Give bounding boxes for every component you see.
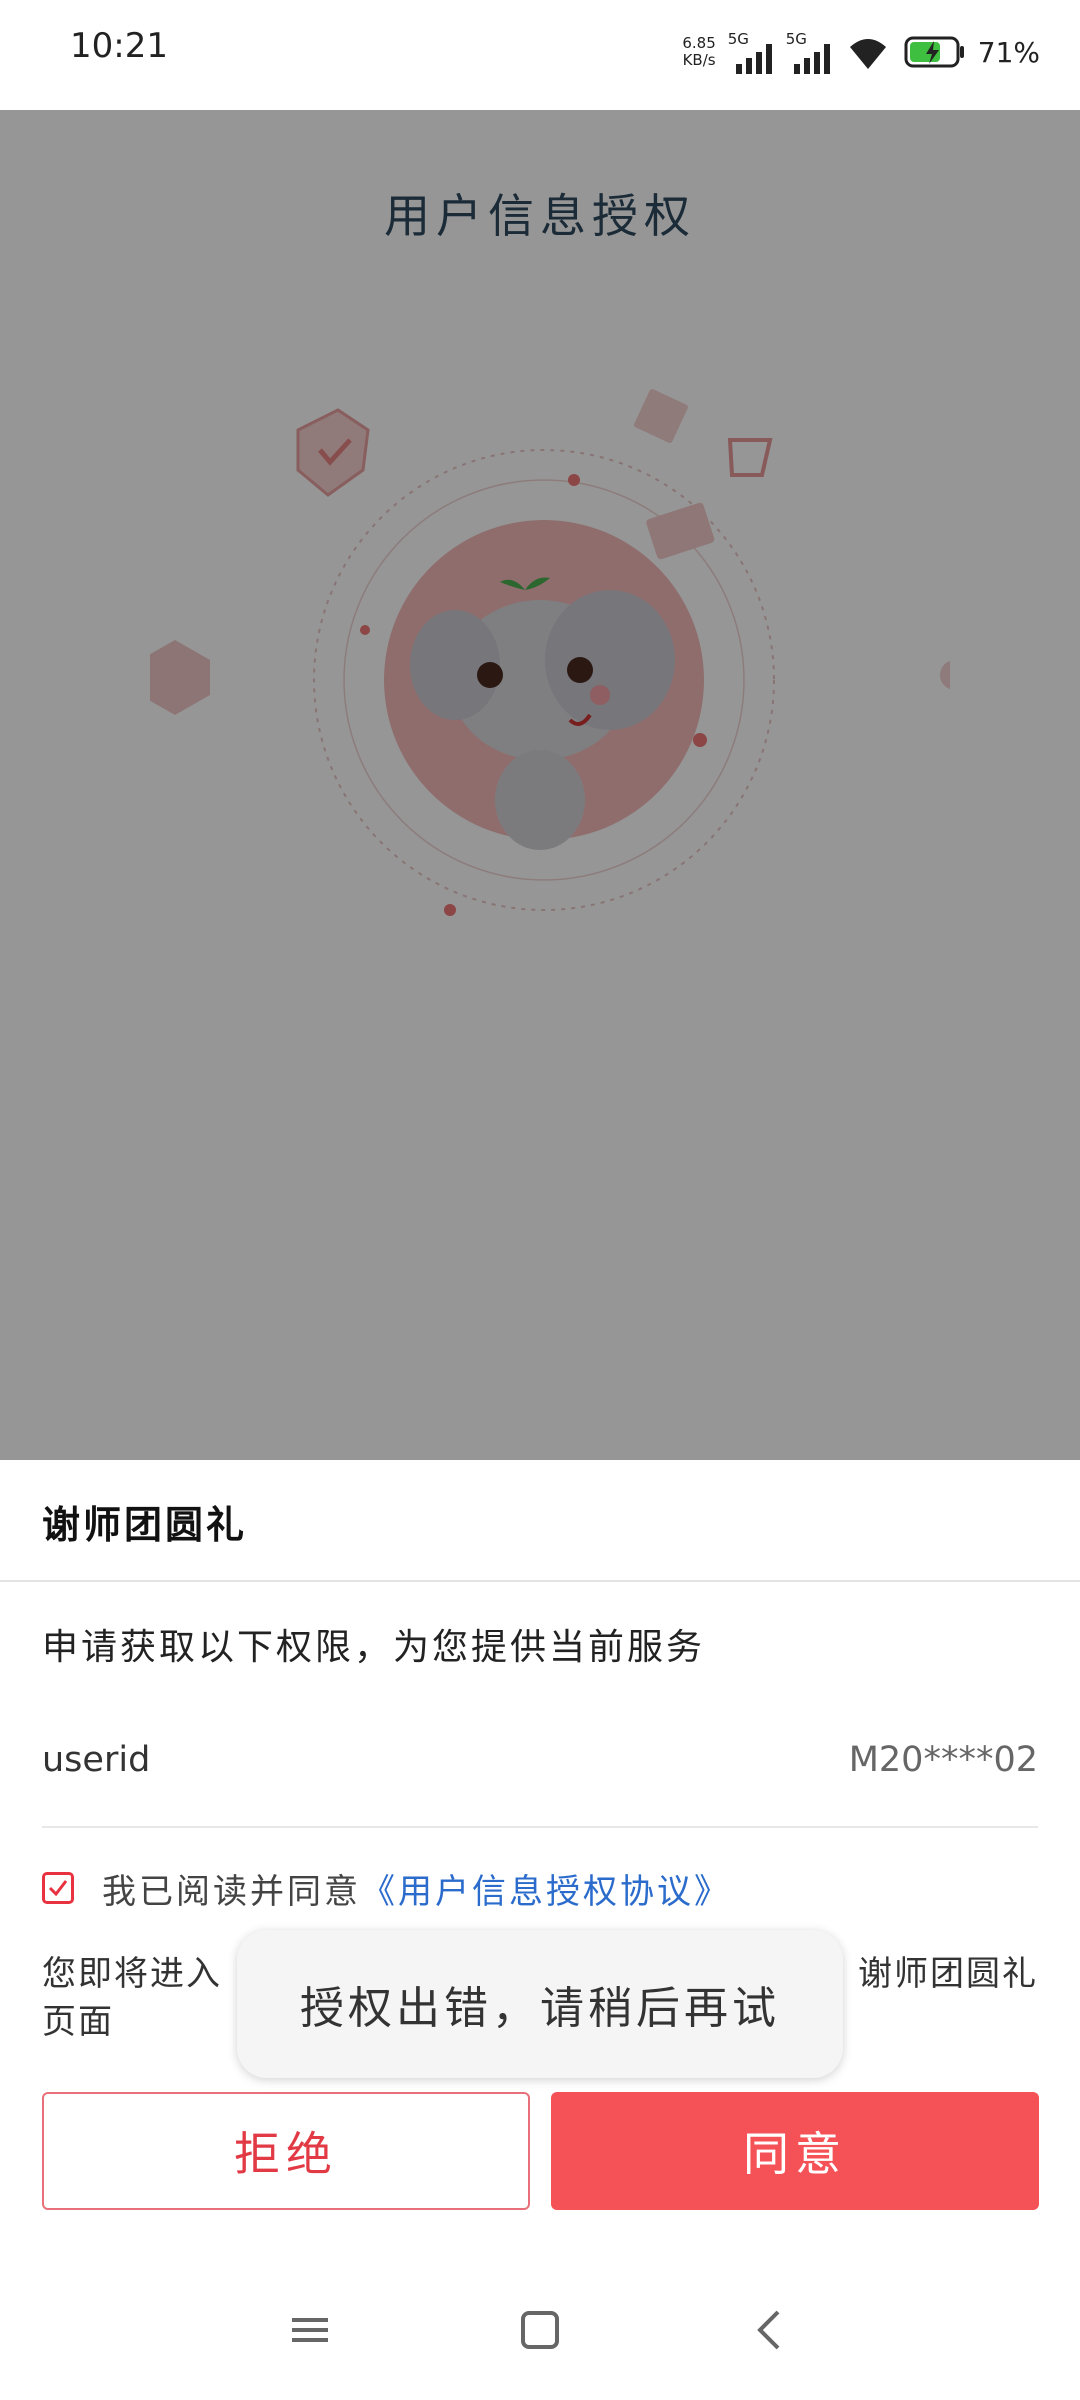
network-speed: 6.85 KB/s [682,34,716,69]
back-icon[interactable] [740,2300,800,2360]
permission-row: userid M20****02 [42,1740,1038,1810]
divider [0,1580,1080,1582]
permission-value: M20****02 [848,1740,1038,1780]
dim-overlay[interactable] [0,110,1080,1460]
agree-button[interactable]: 同意 [551,2092,1039,2210]
status-time: 10:21 [70,26,168,66]
divider [42,1826,1038,1828]
wifi-icon [849,39,886,69]
status-bar: 10:21 6.85 KB/s 5G 5G 71% [0,0,1080,110]
app-name: 谢师团圆礼 [42,1503,248,1547]
agreement-prefix: 我已阅读并同意 [102,1871,361,1912]
permission-description: 申请获取以下权限，为您提供当前服务 [42,1627,706,1668]
battery-icon [904,36,964,68]
agreement-link[interactable]: 《用户信息授权协议》 [361,1864,731,1913]
battery-percent: 71% [977,35,1040,69]
signal-icon: 5G [786,30,832,74]
home-icon[interactable] [510,2300,570,2360]
status-icons: 6.85 KB/s 5G 5G 71% [682,22,1040,82]
reject-button[interactable]: 拒绝 [42,2092,530,2210]
error-toast: 授权出错，请稍后再试 [237,1930,843,2078]
menu-icon[interactable] [280,2300,340,2360]
agree-checkbox[interactable] [42,1872,74,1904]
permission-key: userid [42,1740,151,1780]
navigation-bar [0,2280,1080,2380]
agreement-row: 我已阅读并同意 《用户信息授权协议》 [42,1860,731,1916]
check-icon [48,1880,68,1897]
signal-icon: 5G [728,30,774,74]
